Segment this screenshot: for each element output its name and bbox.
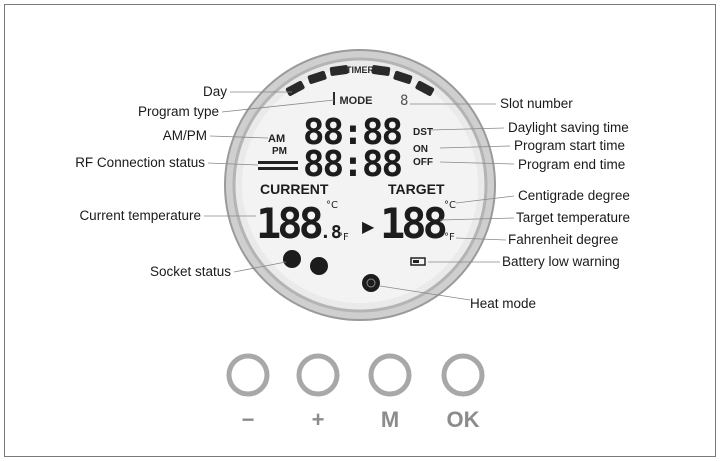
lcd-slot-digit: 8 xyxy=(400,93,408,109)
minus-button[interactable] xyxy=(226,353,270,397)
callout-slot-number: Slot number xyxy=(500,96,573,111)
callout-battery-low: Battery low warning xyxy=(502,254,620,269)
callout-current-temp: Current temperature xyxy=(79,208,201,223)
callout-rf-connection: RF Connection status xyxy=(75,155,205,170)
battery-low-icon-fill xyxy=(413,260,419,263)
lcd-timer-label: TIMER xyxy=(346,65,374,75)
plus-button-label: + xyxy=(311,407,325,432)
socket-status-icon-1 xyxy=(283,250,301,268)
lcd-current-label: CURRENT xyxy=(260,181,329,197)
lcd-target-deg-f: °F xyxy=(444,232,455,243)
lcd-target-value: 188 xyxy=(380,199,446,248)
lcd-target-label: TARGET xyxy=(388,181,445,197)
m-button-label: M xyxy=(380,407,400,432)
lcd-mode-label: MODE xyxy=(340,95,373,107)
callout-socket-status: Socket status xyxy=(149,264,231,279)
ok-button[interactable] xyxy=(441,353,485,397)
heat-mode-icon xyxy=(362,274,380,292)
lcd-arrow: ▶ xyxy=(362,217,375,236)
rf-status-bar-1 xyxy=(258,161,298,164)
lcd-current-deg-c: °C xyxy=(326,200,338,211)
m-button[interactable] xyxy=(368,353,412,397)
callout-am-pm: AM/PM xyxy=(162,128,207,143)
callout-day: Day xyxy=(202,84,227,99)
callout-fahrenheit: Fahrenheit degree xyxy=(508,232,619,247)
socket-status-icon-2 xyxy=(310,257,328,275)
callout-heat-mode: Heat mode xyxy=(470,296,537,311)
callout-program-start: Program start time xyxy=(514,138,626,153)
lcd-off: OFF xyxy=(413,157,433,168)
lcd-pm: PM xyxy=(272,146,287,157)
callout-dst: Daylight saving time xyxy=(508,120,629,135)
plus-button[interactable] xyxy=(296,353,340,397)
lcd-on: ON xyxy=(413,144,428,155)
lcd-diagram: TIMER MODE 8 AM PM 88:88 88:88 DST ON OF… xyxy=(204,49,515,397)
minus-button-label: − xyxy=(241,407,255,432)
lcd-time-bottom: 88:88 xyxy=(303,144,402,185)
callout-program-end: Program end time xyxy=(518,157,626,172)
callout-target-temp: Target temperature xyxy=(516,210,631,225)
callout-program-type: Program type xyxy=(137,104,219,119)
lcd-current-deg-f: °F xyxy=(338,232,349,243)
lcd-am: AM xyxy=(268,133,285,145)
lcd-dst: DST xyxy=(413,127,433,138)
lcd-target-deg-c: °C xyxy=(444,200,456,211)
rf-status-bar-2 xyxy=(258,167,298,170)
callout-centigrade: Centigrade degree xyxy=(518,188,630,203)
lcd-current-value: 188 xyxy=(256,199,322,248)
ok-button-label: OK xyxy=(446,407,480,432)
